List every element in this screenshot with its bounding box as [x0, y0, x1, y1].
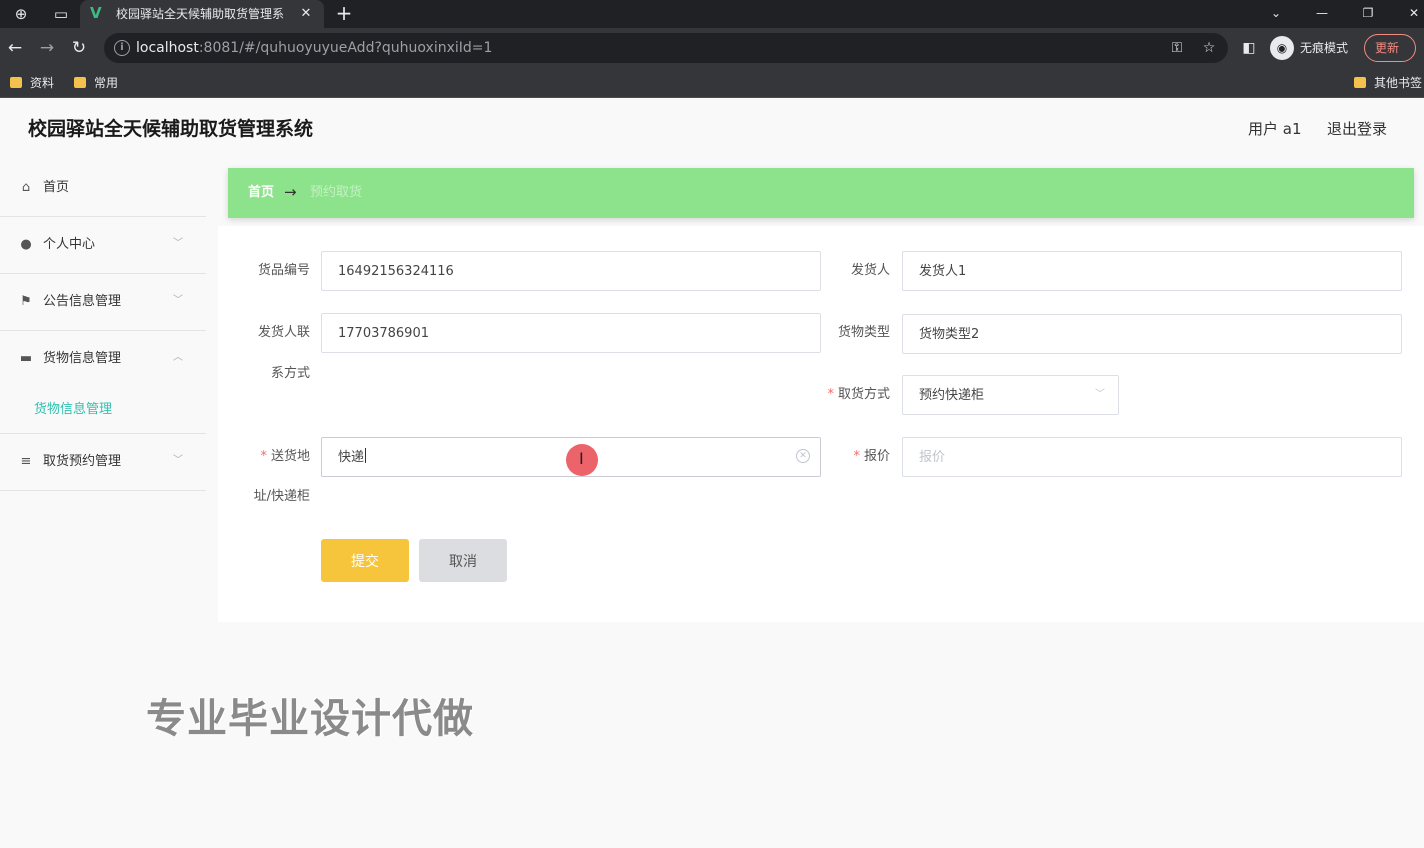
delivery-address-value: 快递	[338, 448, 367, 465]
sidebar: ⌂ 首页 ● 个人中心 ﹀ ⚑ 公告信息管理 ﹀ ▬ 货物信息管理 ︿ 货物信息…	[0, 160, 206, 848]
breadcrumb-arrow-icon: →	[284, 183, 297, 201]
tab-search-chevron-icon[interactable]: ⌄	[1256, 2, 1296, 24]
tab-close-icon[interactable]: ✕	[298, 5, 314, 23]
browser-tab-bar: ⊕ ▭ V 校园驿站全天候辅助取货管理系 ✕ + ⌄ — ❐ ✕	[0, 0, 1424, 28]
shipper-input[interactable]: 发货人1	[902, 251, 1402, 291]
new-tab-plus-icon[interactable]: +	[334, 3, 354, 23]
folder-icon	[74, 77, 86, 88]
sidebar-item-profile[interactable]: ● 个人中心 ﹀	[0, 217, 206, 274]
address-bar[interactable]: i localhost:8081/#/quhuoyuyueAdd?quhuoxi…	[104, 33, 1228, 63]
user-icon: ●	[20, 237, 32, 252]
other-bookmarks-folder[interactable]: 其他书签	[1354, 73, 1424, 93]
required-star: *	[853, 449, 860, 464]
required-star: *	[260, 449, 267, 464]
submit-button[interactable]: 提交	[321, 539, 409, 582]
app-title: 校园驿站全天候辅助取货管理系统	[28, 118, 314, 140]
sidebar-item-label: 取货预约管理	[43, 454, 122, 469]
field-label-delivery-address-line2: 址/快递柜	[253, 489, 310, 504]
user-label: 用户 a1	[1248, 120, 1302, 138]
bookmark-folder[interactable]: 资料	[10, 73, 54, 93]
folder-icon	[10, 77, 22, 88]
browser-toolbar: ← → ↻ i localhost:8081/#/quhuoyuyueAdd?q…	[0, 28, 1424, 68]
side-panel-icon[interactable]: ◧	[1240, 37, 1258, 59]
app-header: 校园驿站全天候辅助取货管理系统 用户 a1 退出登录	[0, 98, 1424, 160]
field-label-goods-no: 货品编号	[257, 263, 310, 278]
tab-overview-icon[interactable]: ▭	[52, 5, 70, 23]
submenu-label: 货物信息管理	[34, 402, 113, 417]
watermark-text: 专业毕业设计代做	[146, 696, 474, 742]
shipper-contact-input[interactable]: 17703786901	[321, 313, 821, 353]
site-info-icon[interactable]: i	[114, 40, 130, 56]
incognito-label[interactable]: 无痕模式	[1300, 37, 1348, 59]
goods-type-input[interactable]: 货物类型2	[902, 314, 1402, 354]
goods-no-input[interactable]: 16492156324116	[321, 251, 821, 291]
shipper-contact-value: 17703786901	[338, 326, 429, 341]
browser-tab-active[interactable]: V 校园驿站全天候辅助取货管理系 ✕	[80, 0, 324, 28]
goods-no-value: 16492156324116	[338, 264, 454, 279]
chevron-down-icon: ﹀	[173, 295, 183, 306]
incognito-icon[interactable]: ◉	[1270, 36, 1294, 60]
sidebar-item-label: 货物信息管理	[43, 351, 122, 366]
folder-icon	[1354, 77, 1366, 88]
field-label-shipper-contact-line1: 发货人联	[257, 325, 310, 340]
breadcrumb: 首页 → 预约取货	[228, 168, 1414, 218]
reload-icon[interactable]: ↻	[68, 37, 90, 59]
sidebar-item-home[interactable]: ⌂ 首页	[0, 160, 206, 217]
globe-icon[interactable]: ⊕	[12, 5, 30, 23]
sidebar-item-goods[interactable]: ▬ 货物信息管理 ︿	[0, 331, 206, 388]
text-cursor-icon: I	[579, 449, 584, 468]
home-icon: ⌂	[21, 180, 31, 195]
breadcrumb-current: 预约取货	[310, 185, 363, 200]
price-placeholder: 报价	[919, 450, 946, 465]
sidebar-subitem-goods-info[interactable]: 货物信息管理	[0, 388, 206, 434]
shipper-value: 发货人1	[919, 264, 967, 279]
pickup-method-value: 预约快递柜	[919, 388, 985, 403]
chevron-down-icon: ﹀	[173, 238, 183, 249]
restore-icon[interactable]: ❐	[1348, 2, 1388, 24]
breadcrumb-home[interactable]: 首页	[248, 183, 274, 203]
tab-title: 校园驿站全天候辅助取货管理系	[116, 7, 285, 21]
list-icon: ≡	[20, 454, 32, 469]
chevron-down-icon: ﹀	[173, 455, 183, 466]
field-label-pickup-method: * 取货方式	[827, 387, 890, 402]
bookmarks-bar: 资料 常用 其他书签	[0, 68, 1424, 98]
pickup-method-select[interactable]: 预约快递柜 ﹀	[902, 375, 1119, 415]
minimize-icon[interactable]: —	[1302, 2, 1342, 24]
forward-arrow-icon[interactable]: →	[36, 37, 58, 59]
field-label-price: * 报价	[853, 449, 890, 464]
required-star: *	[827, 387, 834, 402]
sidebar-item-label: 首页	[43, 180, 70, 195]
key-icon[interactable]: ⚿	[1168, 39, 1186, 57]
chevron-down-icon: ﹀	[1095, 389, 1105, 400]
sidebar-item-pickup-booking[interactable]: ≡ 取货预约管理 ﹀	[0, 434, 206, 491]
bookmark-folder[interactable]: 常用	[74, 73, 118, 93]
chevron-up-icon: ︿	[173, 352, 183, 363]
goods-type-value: 货物类型2	[919, 327, 980, 342]
sidebar-item-label: 个人中心	[43, 237, 96, 252]
bookmark-star-icon[interactable]: ☆	[1200, 39, 1218, 57]
url-text[interactable]: localhost:8081/#/quhuoyuyueAdd?quhuoxinx…	[136, 39, 492, 57]
flag-icon: ⚑	[20, 294, 32, 309]
sidebar-item-announcements[interactable]: ⚑ 公告信息管理 ﹀	[0, 274, 206, 331]
ticket-icon: ▬	[19, 351, 33, 366]
update-button[interactable]: 更新	[1364, 34, 1416, 62]
window-close-icon[interactable]: ✕	[1394, 2, 1424, 24]
field-label-shipper-contact-line2: 系方式	[270, 366, 310, 381]
price-input[interactable]: 报价	[902, 437, 1402, 477]
back-arrow-icon[interactable]: ←	[4, 37, 26, 59]
field-label-goods-type: 货物类型	[837, 325, 890, 340]
vue-logo-icon: V	[90, 4, 102, 22]
field-label-delivery-address-line1: * 送货地	[260, 449, 310, 464]
sidebar-item-label: 公告信息管理	[43, 294, 122, 309]
text-caret	[365, 448, 367, 463]
cancel-button[interactable]: 取消	[419, 539, 507, 582]
field-label-shipper: 发货人	[850, 263, 890, 278]
logout-link[interactable]: 退出登录	[1327, 118, 1387, 140]
